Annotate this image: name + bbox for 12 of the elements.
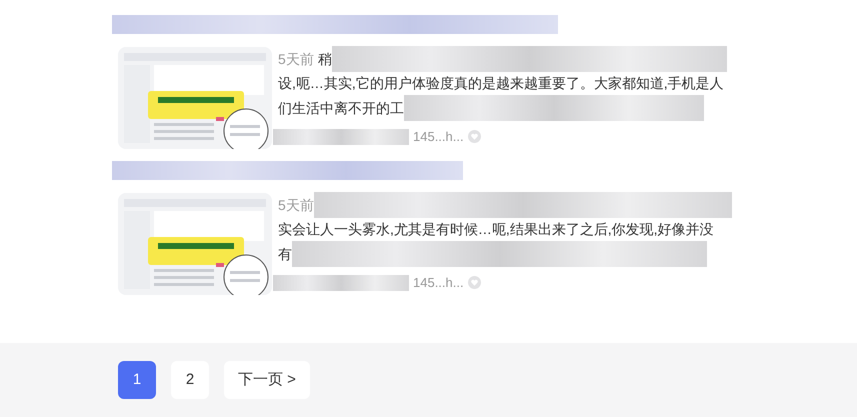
result-time: 5天前: [278, 50, 314, 68]
page-button[interactable]: 2: [171, 361, 209, 399]
result-snippet: 有: [278, 244, 292, 264]
result-source: 145...h...: [413, 128, 464, 146]
result-title[interactable]: 稍: [318, 48, 332, 70]
result-snippet: 实会让人一头雾水,尤其是有时候…呃,结果出来了之后,你发现,好像并没: [278, 220, 715, 239]
result-source: 145...h...: [413, 274, 464, 292]
result-time: 5天前: [278, 196, 314, 214]
result-snippet: 设,呃…其实,它的用户体验度真的是越来越重要了。大家都知道,手机是人: [278, 74, 725, 93]
next-page-button[interactable]: 下一页 >: [224, 361, 310, 399]
page-button[interactable]: 1: [118, 361, 156, 399]
result-snippet: 们生活中离不开的工: [278, 98, 404, 118]
